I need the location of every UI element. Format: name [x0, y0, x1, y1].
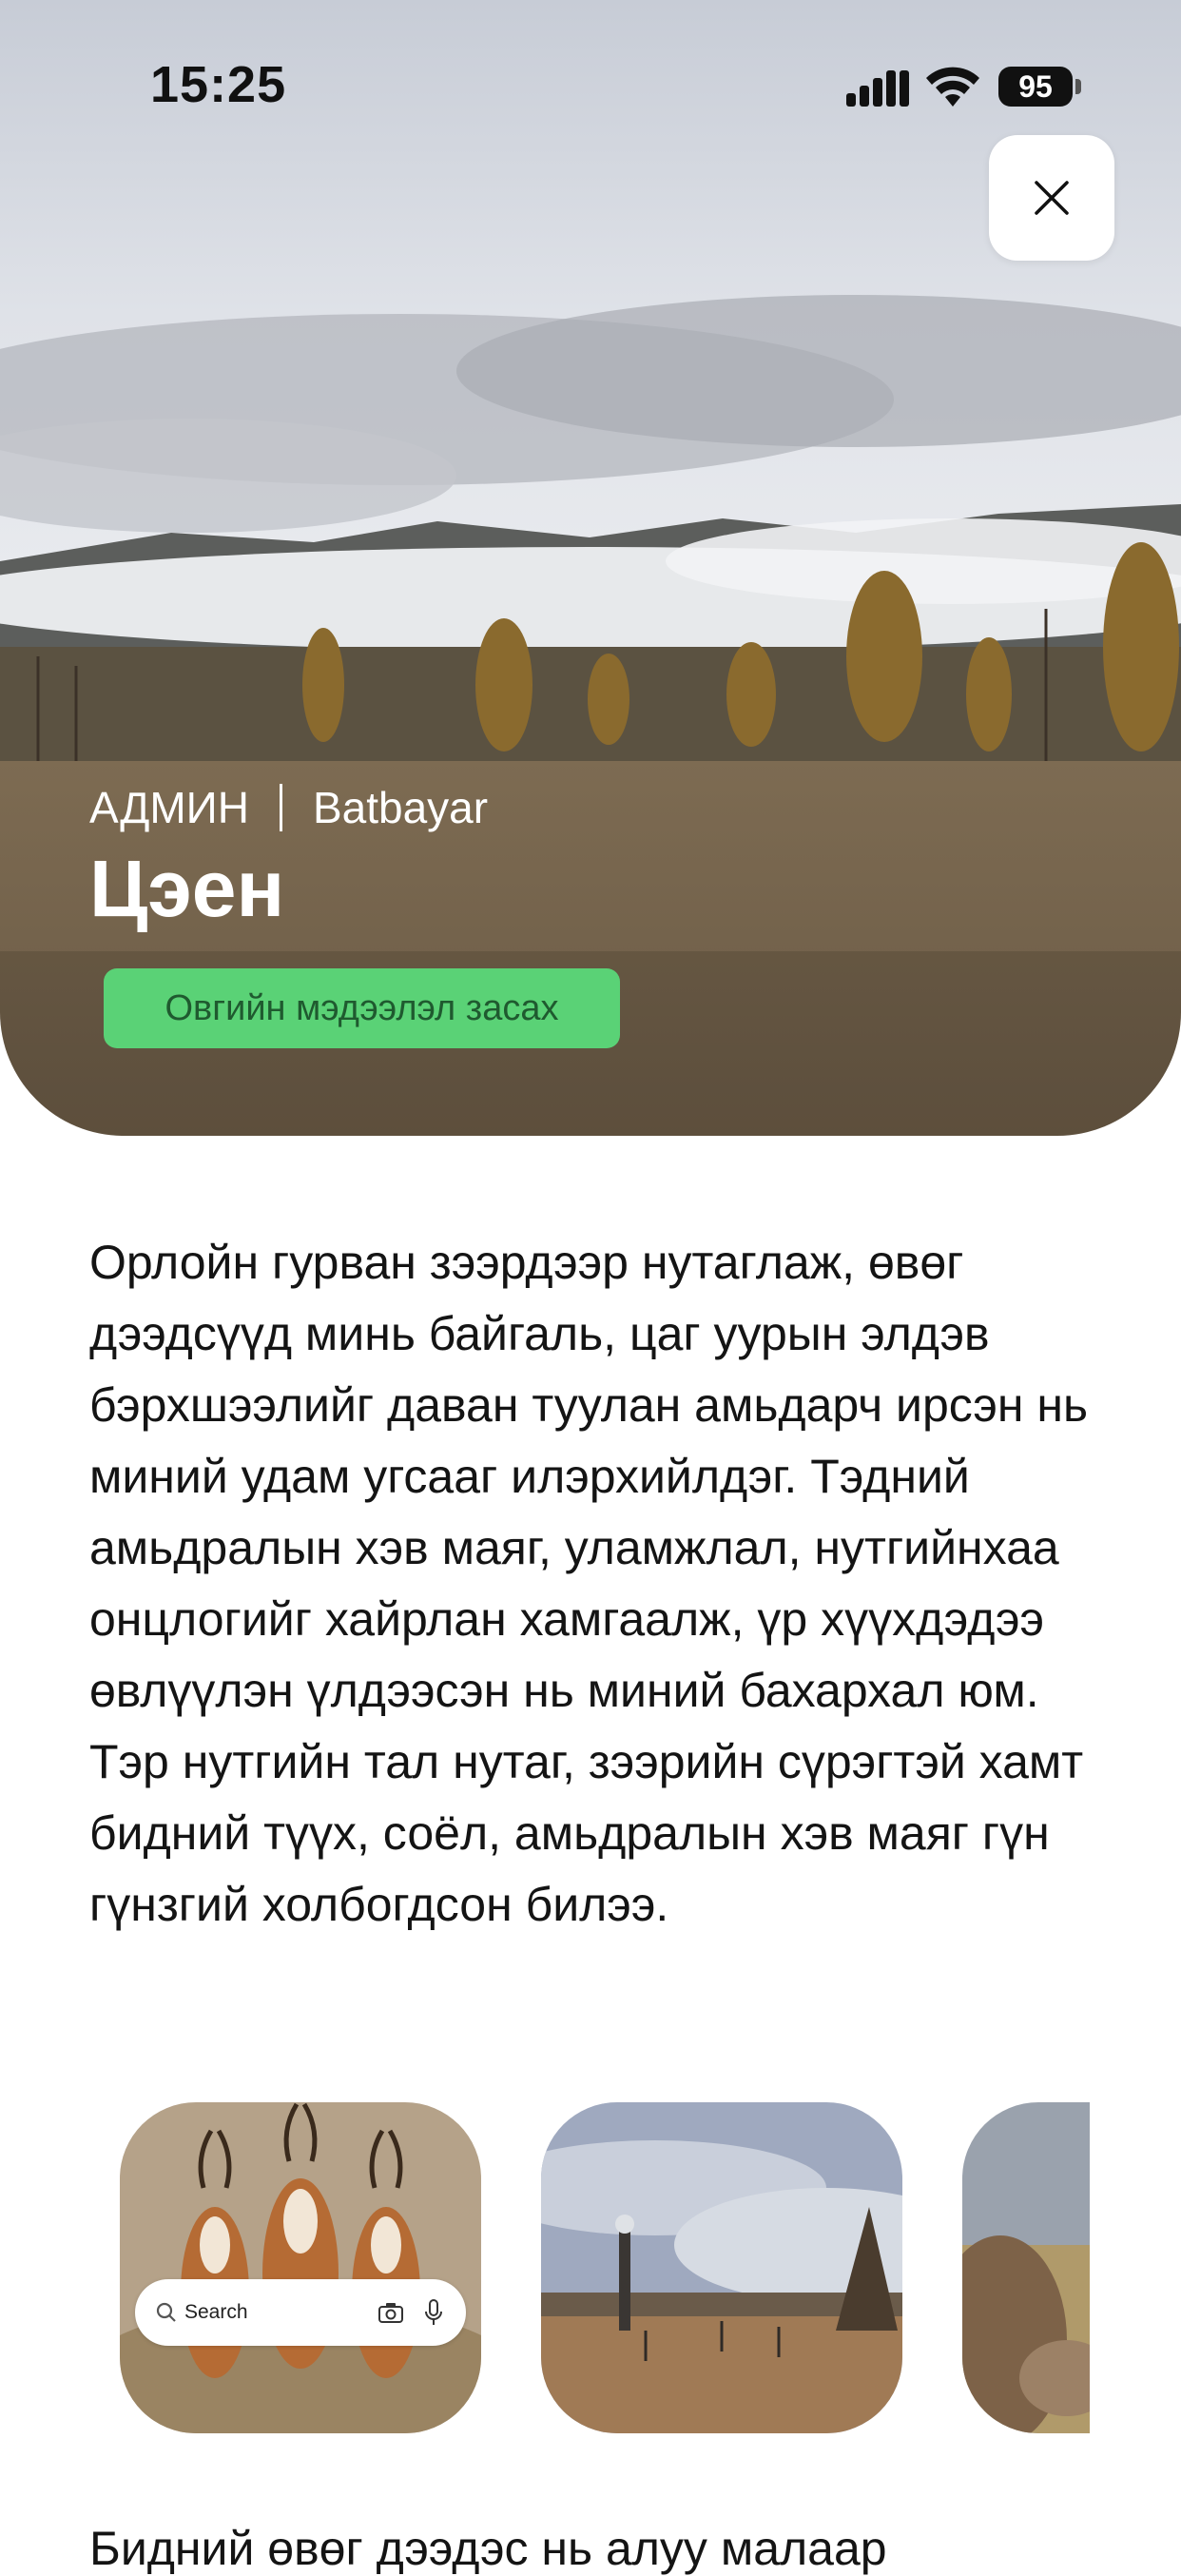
story-continued: Бидний өвөг дээдэс нь алуу малаар: [89, 2522, 887, 2575]
close-button[interactable]: [989, 135, 1114, 261]
camera-icon[interactable]: [378, 2302, 403, 2323]
microphone-icon[interactable]: [424, 2299, 443, 2326]
battery-level: 95: [1018, 69, 1053, 104]
close-icon: [1035, 181, 1069, 215]
battery-tip: [1075, 79, 1081, 94]
search-icon: [156, 2302, 176, 2322]
status-time: 15:25: [150, 56, 287, 113]
gallery-photo-rocks[interactable]: [962, 2102, 1090, 2433]
author-role: АДМИН: [89, 783, 249, 832]
author-name: Batbayar: [312, 783, 489, 832]
monument-photo: [541, 2102, 902, 2433]
photo-gallery[interactable]: Search: [120, 2102, 1090, 2435]
search-bar[interactable]: Search: [135, 2279, 466, 2346]
gallery-photo-monument[interactable]: [541, 2102, 902, 2433]
signal-icon: [846, 70, 909, 107]
author-meta: АДМИН Batbayar: [89, 782, 488, 833]
gallery-photo-gazelles[interactable]: Search: [120, 2102, 481, 2433]
search-input[interactable]: Search: [184, 2301, 378, 2324]
story-paragraph: Орлойн гурван зээрдээр нутаглаж, өвөг дэ…: [89, 1236, 1089, 1931]
gazelles-photo: [120, 2102, 481, 2433]
rocks-photo: [962, 2102, 1090, 2433]
edit-clan-info-button[interactable]: Овгийн мэдээлэл засах: [104, 968, 620, 1048]
battery-icon: 95: [998, 67, 1073, 107]
meta-divider: [279, 784, 282, 831]
page-title: Цэен: [89, 844, 285, 933]
wifi-icon: [926, 67, 979, 107]
